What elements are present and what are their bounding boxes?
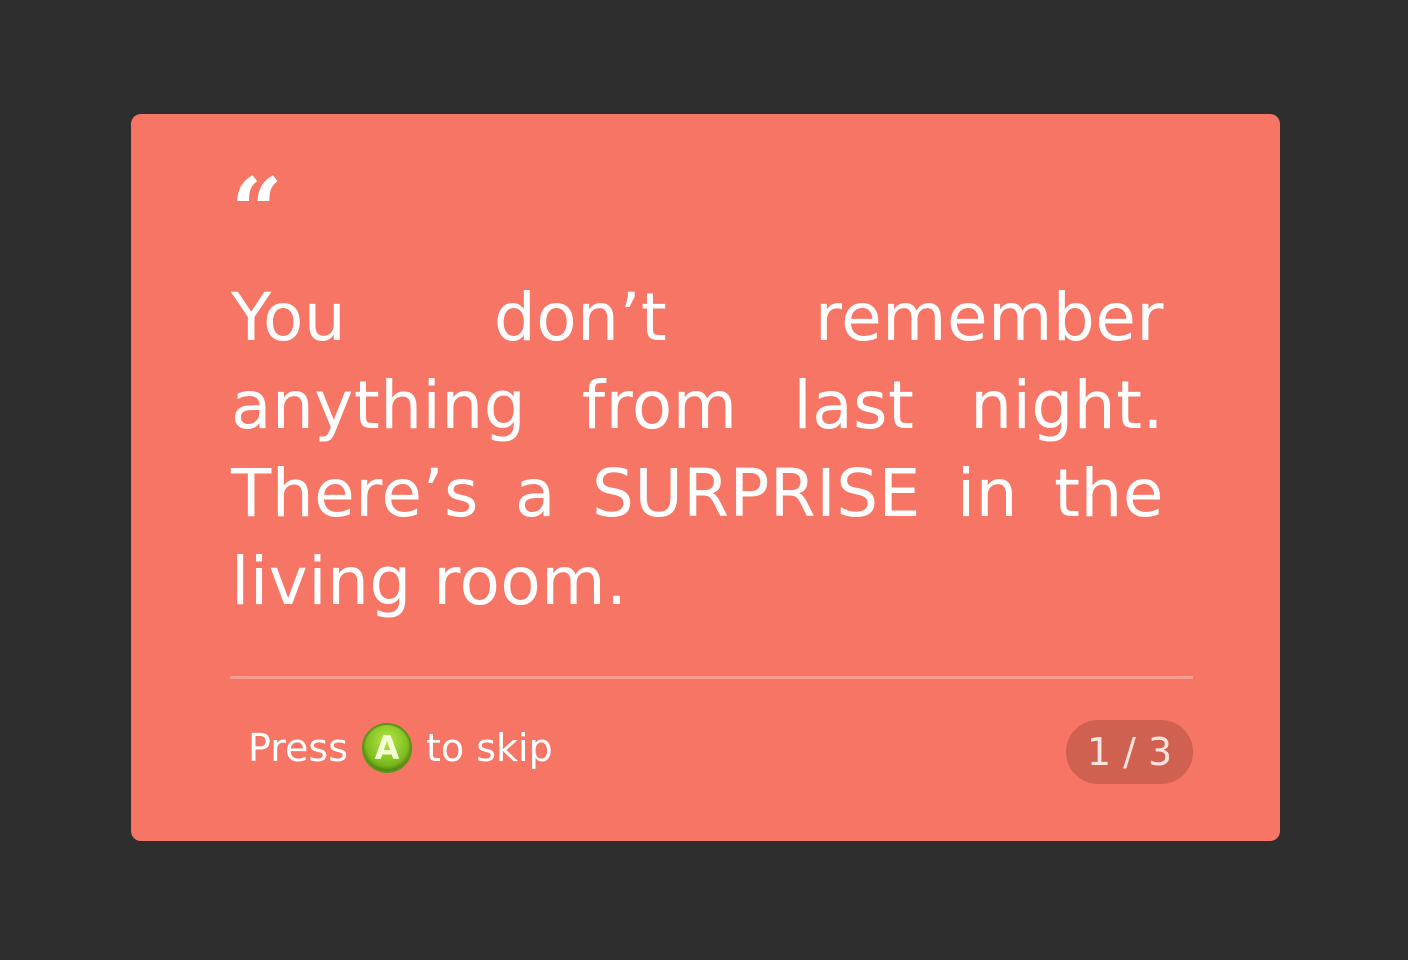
- divider: [230, 676, 1193, 679]
- page-indicator-badge: 1 / 3: [1066, 720, 1193, 784]
- a-button-letter: A: [374, 729, 400, 767]
- dialog-card: “ You don’t remember anything from last …: [131, 114, 1280, 841]
- skip-label: to skip: [426, 726, 553, 770]
- quote-mark-icon: “: [231, 158, 283, 264]
- skip-hint: Press A to skip: [248, 718, 553, 778]
- a-button-icon[interactable]: A: [362, 723, 413, 773]
- dialog-message: You don’t remember anything from last ni…: [231, 279, 1164, 620]
- press-label: Press: [248, 726, 349, 770]
